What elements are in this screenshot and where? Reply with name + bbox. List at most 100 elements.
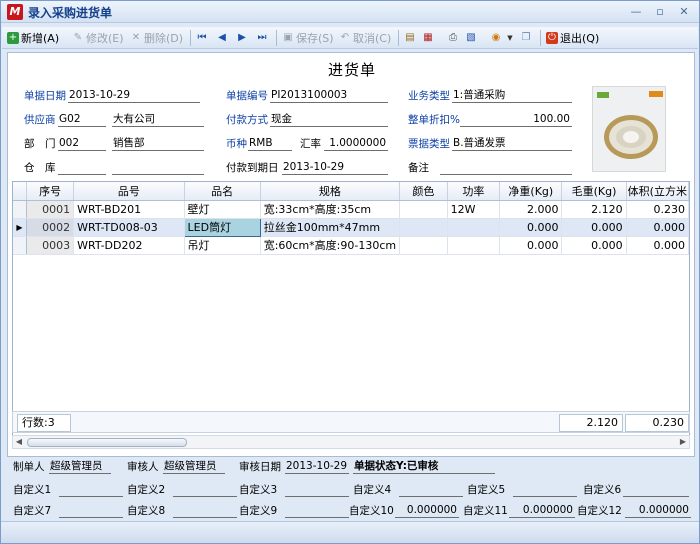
cell-gross-weight[interactable]: 0.000 <box>561 218 627 237</box>
col-header-spec[interactable]: 规格 <box>260 182 401 201</box>
biztype-input[interactable]: 1:普通采购 <box>452 87 572 103</box>
first-record-button[interactable]: ⏮ <box>196 29 208 47</box>
custom-input-8[interactable] <box>173 502 237 518</box>
cell-volume[interactable]: 0.230 <box>626 200 690 219</box>
cell-seq[interactable]: 0003 <box>26 236 75 255</box>
exit-button[interactable]: ⏻ 退出(Q) <box>546 29 599 47</box>
cell-item-name-selected[interactable]: LED筒灯 <box>183 217 261 237</box>
horizontal-scrollbar[interactable]: ◀ ▶ <box>12 435 690 449</box>
table-row[interactable]: 0001 WRT-BD201 壁灯 宽:33cm*高度:35cm 12W 2.0… <box>13 200 690 219</box>
duedate-input[interactable]: 2013-10-29 <box>282 159 388 175</box>
cell-color[interactable] <box>399 200 448 219</box>
scroll-left-icon[interactable]: ◀ <box>13 436 25 448</box>
col-header-volume[interactable]: 体积(立方米 <box>626 182 690 201</box>
invoice-input[interactable]: B.普通发票 <box>452 135 572 151</box>
scroll-right-icon[interactable]: ▶ <box>677 436 689 448</box>
col-header-net-weight[interactable]: 净重(Kg) <box>499 182 563 201</box>
cell-item-name[interactable]: 壁灯 <box>184 200 261 219</box>
cell-power[interactable]: 12W <box>447 200 501 219</box>
supplier-name-input[interactable]: 大有公司 <box>112 111 204 127</box>
payment-input[interactable]: 现金 <box>270 111 388 127</box>
custom-field-12: 自定义12 0.000000 <box>577 502 691 518</box>
cell-spec[interactable]: 拉丝金100mm*47mm <box>260 218 401 237</box>
custom-input-6[interactable] <box>623 481 689 497</box>
row-indicator[interactable] <box>13 236 27 255</box>
custom-input-12[interactable]: 0.000000 <box>625 502 691 518</box>
close-icon[interactable]: ✕ <box>676 6 692 18</box>
supplier-code-input[interactable]: G02 <box>58 111 106 127</box>
cell-item-name[interactable]: 吊灯 <box>184 236 261 255</box>
cell-volume[interactable]: 0.000 <box>626 236 690 255</box>
table-row[interactable]: 0003 WRT-DD202 吊灯 宽:60cm*高度:90-130cm 0.0… <box>13 236 690 255</box>
remark-input[interactable] <box>440 159 572 175</box>
cancel-button[interactable]: ↶ 取消(C) <box>339 29 391 47</box>
custom-input-9[interactable] <box>285 502 349 518</box>
edit-button[interactable]: ✎ 修改(E) <box>72 29 124 47</box>
dept-field: 部 门 002 销售部 <box>24 135 204 151</box>
cell-item-no[interactable]: WRT-DD202 <box>73 236 185 255</box>
folder-button[interactable]: ▤ <box>404 29 416 47</box>
last-record-button[interactable]: ⏭ <box>256 29 268 47</box>
table-row[interactable]: ▶ 0002 WRT-TD008-03 LED筒灯 拉丝金100mm*47mm … <box>13 217 690 237</box>
cell-seq[interactable]: 0001 <box>26 200 75 219</box>
minimize-icon[interactable]: — <box>628 6 644 18</box>
brand-logo-icon <box>597 92 609 98</box>
dept-code-input[interactable]: 002 <box>58 135 106 151</box>
cell-power[interactable] <box>447 236 501 255</box>
col-header-gross-weight[interactable]: 毛重(Kg) <box>561 182 627 201</box>
custom-input-1[interactable] <box>59 481 123 497</box>
col-header-color[interactable]: 颜色 <box>399 182 448 201</box>
next-record-button[interactable]: ▶ <box>236 29 248 47</box>
row-indicator[interactable] <box>13 200 27 219</box>
prev-record-button[interactable]: ◀ <box>216 29 228 47</box>
currency-input[interactable]: RMB <box>248 135 292 151</box>
preview-button[interactable]: ▧ <box>465 29 477 47</box>
cell-gross-weight[interactable]: 2.120 <box>561 200 627 219</box>
discount-input[interactable]: 100.00 <box>460 111 572 127</box>
rate-input[interactable]: 1.0000000 <box>324 135 388 151</box>
cell-volume[interactable]: 0.000 <box>626 218 690 237</box>
custom-input-7[interactable] <box>59 502 123 518</box>
cell-net-weight[interactable]: 0.000 <box>499 218 563 237</box>
copy-button[interactable]: ❐ <box>520 29 532 47</box>
dept-name-input[interactable]: 销售部 <box>112 135 204 151</box>
options-button[interactable]: ◉ ▼ <box>490 29 516 47</box>
cell-net-weight[interactable]: 0.000 <box>499 236 563 255</box>
col-header-power[interactable]: 功率 <box>447 182 501 201</box>
cell-item-no[interactable]: WRT-BD201 <box>73 200 185 219</box>
cell-seq[interactable]: 0002 <box>26 218 75 237</box>
cell-color[interactable] <box>399 236 448 255</box>
warehouse-name-input[interactable] <box>112 159 204 175</box>
custom-input-2[interactable] <box>173 481 237 497</box>
items-table: 序号 品号 品名 规格 颜色 功率 净重(Kg) 毛重(Kg) 体积(立方米 0… <box>13 182 690 255</box>
save-button[interactable]: ▣ 保存(S) <box>282 29 333 47</box>
new-button[interactable]: + 新增(A) <box>7 29 59 47</box>
date-input[interactable]: 2013-10-29 <box>68 87 200 103</box>
duedate-field: 付款到期日 2013-10-29 <box>226 159 396 175</box>
preview-icon: ▧ <box>466 32 476 43</box>
custom-input-3[interactable] <box>285 481 349 497</box>
cell-color[interactable] <box>399 218 448 237</box>
cell-spec[interactable]: 宽:60cm*高度:90-130cm <box>260 236 401 255</box>
export-button[interactable]: ▦ <box>422 29 434 47</box>
custom-input-4[interactable] <box>399 481 463 497</box>
col-header-item-name[interactable]: 品名 <box>184 182 261 201</box>
delete-button[interactable]: ✕ 删除(D) <box>130 29 183 47</box>
downlight-illustration <box>593 87 665 171</box>
cell-net-weight[interactable]: 2.000 <box>499 200 563 219</box>
scroll-thumb[interactable] <box>27 438 187 447</box>
custom-input-10[interactable]: 0.000000 <box>395 502 459 518</box>
cell-item-no[interactable]: WRT-TD008-03 <box>73 218 185 237</box>
custom-input-11[interactable]: 0.000000 <box>509 502 575 518</box>
custom-input-5[interactable] <box>513 481 577 497</box>
cell-spec[interactable]: 宽:33cm*高度:35cm <box>260 200 401 219</box>
maximize-icon[interactable]: ▫ <box>652 6 668 18</box>
warehouse-code-input[interactable] <box>58 159 106 175</box>
current-row-indicator-icon[interactable]: ▶ <box>13 218 27 237</box>
doc-no-input[interactable]: PI2013100003 <box>270 87 388 103</box>
cell-power[interactable] <box>447 218 501 237</box>
col-header-item-no[interactable]: 品号 <box>73 182 185 201</box>
print-button[interactable]: ⎙ <box>447 29 459 47</box>
cell-gross-weight[interactable]: 0.000 <box>561 236 627 255</box>
col-header-seq[interactable]: 序号 <box>26 182 75 201</box>
